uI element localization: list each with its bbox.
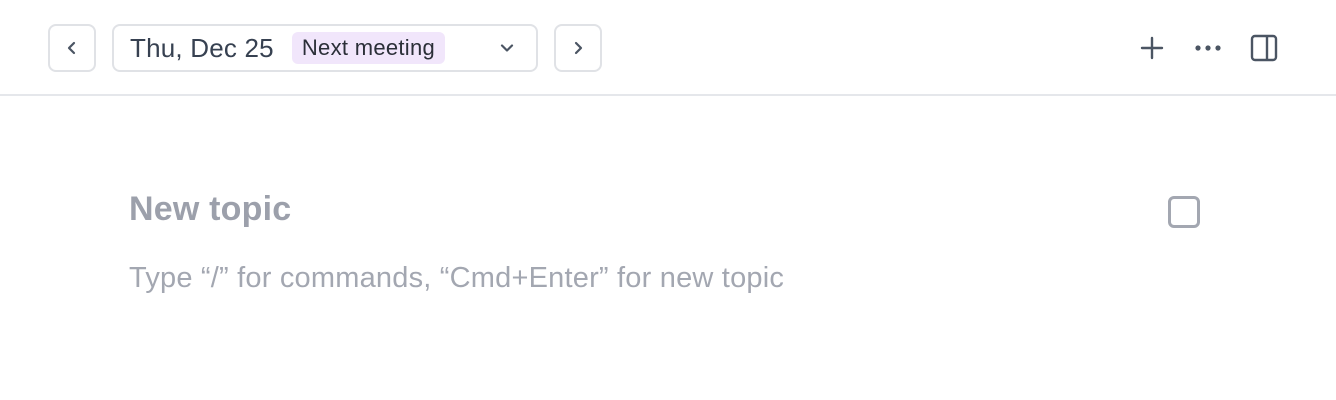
next-meeting-badge: Next meeting <box>291 32 446 64</box>
add-button[interactable] <box>1132 28 1172 68</box>
meeting-date: Thu, Dec 25 <box>130 32 274 63</box>
plus-icon <box>1140 36 1164 60</box>
previous-meeting-button[interactable] <box>48 24 96 72</box>
toggle-sidebar-button[interactable] <box>1244 28 1284 68</box>
meeting-toolbar: Thu, Dec 25 Next meeting <box>0 0 1336 96</box>
chevron-right-icon <box>574 41 583 55</box>
more-options-button[interactable] <box>1188 28 1228 68</box>
meeting-date-dropdown[interactable]: Thu, Dec 25 Next meeting <box>112 24 538 72</box>
topic-title-input[interactable]: New topic <box>129 190 291 229</box>
sidebar-panel-icon <box>1250 34 1278 62</box>
next-meeting-button[interactable] <box>554 24 602 72</box>
topic-body-input[interactable]: Type “/” for commands, “Cmd+Enter” for n… <box>129 262 784 295</box>
chevron-down-icon <box>500 44 514 52</box>
chevron-left-icon <box>67 41 76 55</box>
ellipsis-icon <box>1195 45 1221 51</box>
topic-done-checkbox[interactable] <box>1168 196 1200 228</box>
